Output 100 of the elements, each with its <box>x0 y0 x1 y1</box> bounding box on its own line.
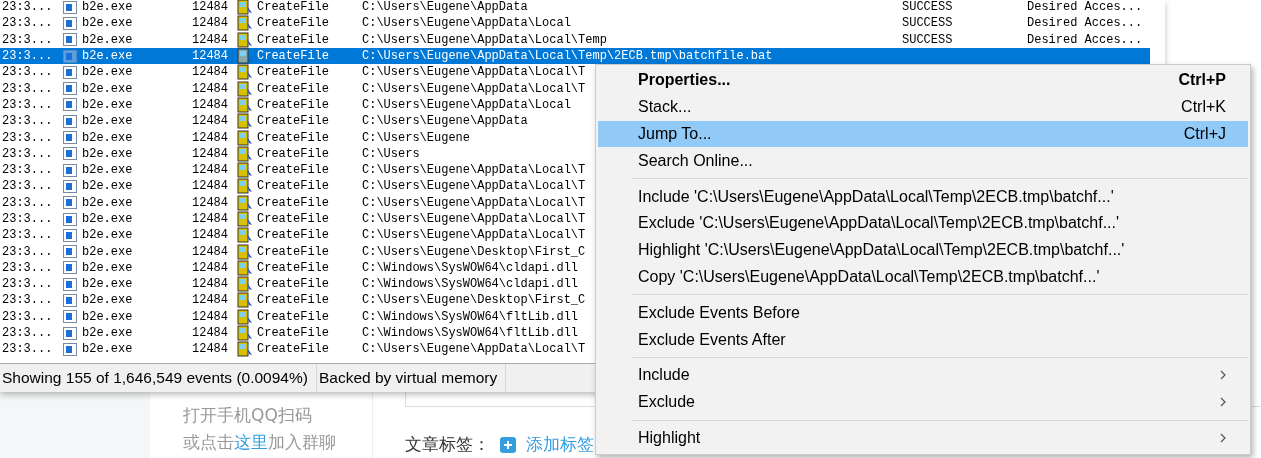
path-cell: C:\Users\Eugene\AppData\Local\T <box>362 65 586 80</box>
operation-cell-text: CreateFile <box>257 244 330 259</box>
operation-cell-text: CreateFile <box>257 195 330 210</box>
result-cell-text: SUCCESS <box>902 16 954 31</box>
time-cell-text: 23:3... <box>1 163 54 178</box>
path-cell: C:\Windows\SysWOW64\cldapi.dll <box>362 260 579 275</box>
menu-item[interactable]: Include 'C:\Users\Eugene\AppData\Local\Temp\2ECB.tmp\batchf...' <box>598 183 1248 210</box>
path-cell: C:\Users\Eugene\AppData\Local\T <box>362 179 586 194</box>
file-system-icon <box>237 31 253 48</box>
file-system-icon <box>237 308 253 325</box>
pid-cell-text: 12484 <box>192 260 229 275</box>
application-icon <box>63 82 77 96</box>
file-system-icon <box>237 15 253 32</box>
operation-cell-text: CreateFile <box>257 16 330 31</box>
application-icon <box>63 310 77 324</box>
event-row[interactable]: 23:3... b2e.exe 12484 CreateFile C:\Users\Eugene\AppData\Local\Temp SUCCESS Desired Acces... <box>0 31 1150 48</box>
menu-item[interactable]: Stack... Ctrl+K <box>598 93 1248 121</box>
operation-cell-text: CreateFile <box>257 309 330 324</box>
process-cell-text: b2e.exe <box>82 0 134 15</box>
path-cell: C:\Users\Eugene\AppData\Local\T <box>362 163 586 178</box>
process-cell-text: b2e.exe <box>82 146 134 161</box>
file-system-icon <box>237 0 253 16</box>
process-cell-text: b2e.exe <box>82 16 134 31</box>
process-cell-text: b2e.exe <box>82 309 134 324</box>
file-system-icon <box>237 64 253 81</box>
path-cell: C:\Users <box>362 146 420 161</box>
file-system-icon <box>237 178 253 195</box>
path-cell: C:\Users\Eugene\AppData\Local\T <box>362 212 586 226</box>
result-cell-text: SUCCESS <box>902 0 954 15</box>
application-icon <box>63 147 77 161</box>
pid-cell-text: 12484 <box>192 16 229 31</box>
operation-cell-text: CreateFile <box>257 179 330 194</box>
application-icon <box>63 163 77 177</box>
process-cell-text: b2e.exe <box>82 277 134 292</box>
operation-cell-text: CreateFile <box>257 49 330 64</box>
process-cell-text: b2e.exe <box>82 114 134 129</box>
menu-item[interactable]: Search Online... <box>598 147 1248 175</box>
pid-cell-text: 12484 <box>192 146 229 161</box>
file-system-icon <box>237 211 253 227</box>
path-cell: C:\Users\Eugene\AppData\Local\Temp\2ECB.tmp\batchfile.bat <box>362 49 773 64</box>
application-icon <box>63 342 77 356</box>
menu-item[interactable]: Jump To... Ctrl+J <box>598 120 1248 148</box>
pid-cell-text: 12484 <box>192 277 229 292</box>
menu-item[interactable]: Properties... Ctrl+P <box>598 67 1248 94</box>
time-cell-text: 23:3... <box>1 293 54 308</box>
pid-cell-text: 12484 <box>192 228 229 243</box>
operation-cell-text: CreateFile <box>257 260 330 275</box>
file-system-icon <box>237 129 253 146</box>
menu-item[interactable]: Exclude <box>598 388 1248 416</box>
event-row[interactable]: 23:3... b2e.exe 12484 CreateFile C:\Users\Eugene\AppData\Local\Temp\2ECB.tmp\batchfile.bat <box>0 47 1150 65</box>
process-cell-text: b2e.exe <box>82 293 134 308</box>
pid-cell-text: 12484 <box>192 195 229 210</box>
path-cell: C:\Users\Eugene\AppData\Local\T <box>362 342 586 357</box>
file-system-icon <box>237 80 253 97</box>
time-cell-text: 23:3... <box>1 16 54 31</box>
file-system-icon <box>237 145 253 162</box>
time-cell-text: 23:3... <box>1 114 54 129</box>
event-row[interactable]: 23:3... b2e.exe 12484 CreateFile C:\Users\Eugene\AppData SUCCESS Desired Acces... <box>0 0 1150 16</box>
operation-cell-text: CreateFile <box>257 114 330 129</box>
application-icon <box>63 245 77 259</box>
menu-item[interactable]: Exclude Events Before <box>598 299 1248 327</box>
process-cell-text: b2e.exe <box>82 65 134 80</box>
file-system-icon <box>237 48 253 65</box>
path-cell: C:\Users\Eugene\AppData\Local\T <box>362 228 586 243</box>
operation-cell-text: CreateFile <box>257 0 330 15</box>
tags-label: 文章标签： <box>405 433 490 456</box>
menu-item[interactable]: Highlight <box>598 424 1248 452</box>
time-cell-text: 23:3... <box>1 97 54 112</box>
add-icon[interactable] <box>500 436 516 453</box>
application-icon <box>63 294 77 307</box>
event-row[interactable]: 23:3... b2e.exe 12484 CreateFile C:\Users\Eugene\AppData\Local SUCCESS Desired Acces... <box>0 15 1150 32</box>
pid-cell-text: 12484 <box>192 32 229 47</box>
time-cell-text: 23:3... <box>1 228 54 243</box>
status-text: Showing 155 of 1,646,549 events (0.0094%) <box>0 364 317 392</box>
menu-item[interactable]: Include <box>598 361 1248 389</box>
path-cell: C:\Users\Eugene <box>362 130 471 145</box>
menu-item[interactable]: Exclude 'C:\Users\Eugene\AppData\Local\Temp\2ECB.tmp\batchf...' <box>598 210 1248 237</box>
pid-cell-text: 12484 <box>192 114 229 129</box>
application-icon <box>63 98 77 112</box>
process-cell-text: b2e.exe <box>82 179 134 194</box>
detail-cell-text: Desired Acces... <box>1027 32 1144 47</box>
operation-cell-text: CreateFile <box>257 293 330 308</box>
application-icon <box>63 33 77 47</box>
menu-item[interactable]: Copy 'C:\Users\Eugene\AppData\Local\Temp\2ECB.tmp\batchf...' <box>598 263 1248 291</box>
time-cell-text: 23:3... <box>1 179 54 194</box>
process-cell-text: b2e.exe <box>82 212 134 226</box>
detail-cell-text: Desired Acces... <box>1027 16 1144 31</box>
process-cell-text: b2e.exe <box>82 326 134 341</box>
process-cell-text: b2e.exe <box>82 81 134 96</box>
time-cell-text: 23:3... <box>1 65 54 80</box>
pid-cell-text: 12484 <box>192 212 229 226</box>
path-cell: C:\Users\Eugene\Desktop\First_C <box>362 244 586 259</box>
status-text: Backed by virtual memory <box>316 364 507 392</box>
application-icon <box>63 261 77 275</box>
file-system-icon <box>237 162 253 179</box>
process-cell-text: b2e.exe <box>82 163 134 178</box>
menu-item[interactable]: Highlight 'C:\Users\Eugene\AppData\Local\Temp\2ECB.tmp\batchf...' <box>598 236 1248 264</box>
application-icon <box>63 228 77 242</box>
menu-item[interactable]: Exclude Events After <box>598 326 1248 353</box>
file-system-icon <box>237 243 253 260</box>
